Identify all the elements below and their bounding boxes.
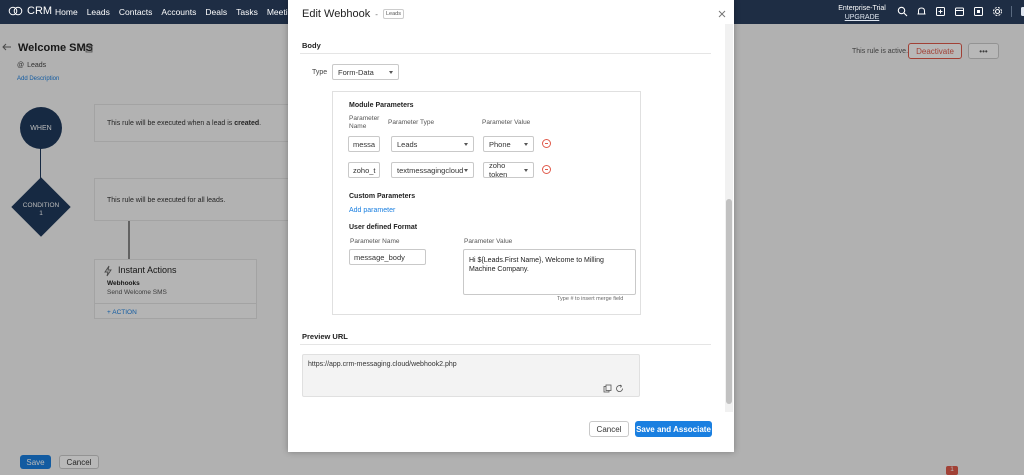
chevron-down-icon xyxy=(464,142,468,146)
dialog-header: Edit Webhook - Leads xyxy=(302,8,404,20)
chevron-down-icon xyxy=(524,142,528,146)
col-param-type: Parameter Type xyxy=(388,119,435,126)
nav-home[interactable]: Home xyxy=(55,7,78,17)
nav-deals[interactable]: Deals xyxy=(205,7,227,17)
param-name-input[interactable]: messa xyxy=(348,136,380,152)
nav-accounts[interactable]: Accounts xyxy=(161,7,196,17)
udf-name-input[interactable]: message_body xyxy=(349,249,426,265)
scrollbar-thumb[interactable] xyxy=(726,199,732,404)
param-name-input[interactable]: zoho_t xyxy=(348,162,380,178)
preview-url-text: https://app.crm-messaging.cloud/webhook2… xyxy=(308,361,457,368)
body-section-title: Body xyxy=(302,41,321,50)
preview-divider xyxy=(300,344,711,345)
brand-name: CRM xyxy=(27,5,53,17)
param-value-select[interactable]: zoho token xyxy=(483,161,534,179)
crm-logo-icon xyxy=(8,6,23,16)
nav-leads[interactable]: Leads xyxy=(87,7,110,17)
param-type-value: Leads xyxy=(397,139,418,149)
apps-grid-icon[interactable] xyxy=(1020,6,1024,17)
udf-value-text: Hi ${Leads.First Name}, Welcome to Milli… xyxy=(469,257,604,273)
merge-field-hint: Type # to insert merge field xyxy=(557,296,624,302)
type-value: Form-Data xyxy=(338,67,374,77)
chevron-down-icon xyxy=(464,168,468,172)
col-param-name: Parameter Name xyxy=(349,115,380,130)
topbar-divider xyxy=(1011,6,1012,17)
save-and-associate-button[interactable]: Save and Associate xyxy=(635,421,712,437)
cancel-button[interactable]: Cancel xyxy=(589,421,629,437)
col-param-value: Parameter Value xyxy=(482,119,531,126)
feeds-icon[interactable] xyxy=(973,6,984,17)
add-parameter-link[interactable]: Add parameter xyxy=(349,207,395,214)
udf-value-label: Parameter Value xyxy=(464,238,513,245)
udf-value-textarea[interactable]: Hi ${Leads.First Name}, Welcome to Milli… xyxy=(463,249,636,295)
module-badge: Leads xyxy=(382,9,404,19)
upgrade-link[interactable]: UPGRADE xyxy=(826,13,898,22)
custom-params-title: Custom Parameters xyxy=(349,193,416,200)
copy-icon[interactable] xyxy=(603,384,612,393)
param-type-select[interactable]: textmessagingcloud xyxy=(391,162,474,178)
nav-tasks[interactable]: Tasks xyxy=(236,7,258,17)
chevron-down-icon xyxy=(389,70,393,74)
plan-info: Enterprise-Trial UPGRADE xyxy=(826,4,898,22)
param-type-select[interactable]: Leads xyxy=(391,136,474,152)
user-format-title: User defined Format xyxy=(349,224,418,231)
main-nav: Home Leads Contacts Accounts Deals Tasks… xyxy=(55,7,301,17)
edit-webhook-dialog: Edit Webhook - Leads Body Type Form-Data… xyxy=(288,0,734,452)
type-label: Type xyxy=(312,69,328,76)
title-separator: - xyxy=(375,9,378,19)
plan-name: Enterprise-Trial xyxy=(838,5,886,12)
gear-icon[interactable] xyxy=(992,6,1003,17)
scrollbar-track[interactable] xyxy=(725,24,733,412)
module-params-title: Module Parameters xyxy=(349,102,414,109)
search-icon[interactable] xyxy=(897,6,908,17)
type-select[interactable]: Form-Data xyxy=(332,64,399,80)
parameters-panel: Module Parameters Parameter Name Paramet… xyxy=(332,91,641,315)
section-divider xyxy=(300,53,711,54)
param-value-select[interactable]: Phone xyxy=(483,136,534,152)
nav-contacts[interactable]: Contacts xyxy=(119,7,153,17)
calendar-icon[interactable] xyxy=(954,6,965,17)
bell-icon[interactable] xyxy=(916,6,927,17)
remove-param-icon[interactable] xyxy=(542,139,551,148)
remove-param-icon[interactable] xyxy=(542,165,551,174)
param-value-value: zoho token xyxy=(489,161,508,179)
add-icon[interactable] xyxy=(935,6,946,17)
close-icon[interactable] xyxy=(718,10,726,18)
udf-name-label: Parameter Name xyxy=(350,238,400,245)
chevron-down-icon xyxy=(524,168,528,172)
dialog-title: Edit Webhook xyxy=(302,8,371,20)
refresh-icon[interactable] xyxy=(615,384,624,393)
param-type-value: textmessagingcloud xyxy=(397,165,464,175)
topbar-icons xyxy=(897,6,1024,17)
param-value-value: Phone xyxy=(489,139,511,149)
preview-url-title: Preview URL xyxy=(302,332,348,341)
preview-url-box: https://app.crm-messaging.cloud/webhook2… xyxy=(302,354,640,397)
crm-logo[interactable]: CRM xyxy=(8,5,52,17)
